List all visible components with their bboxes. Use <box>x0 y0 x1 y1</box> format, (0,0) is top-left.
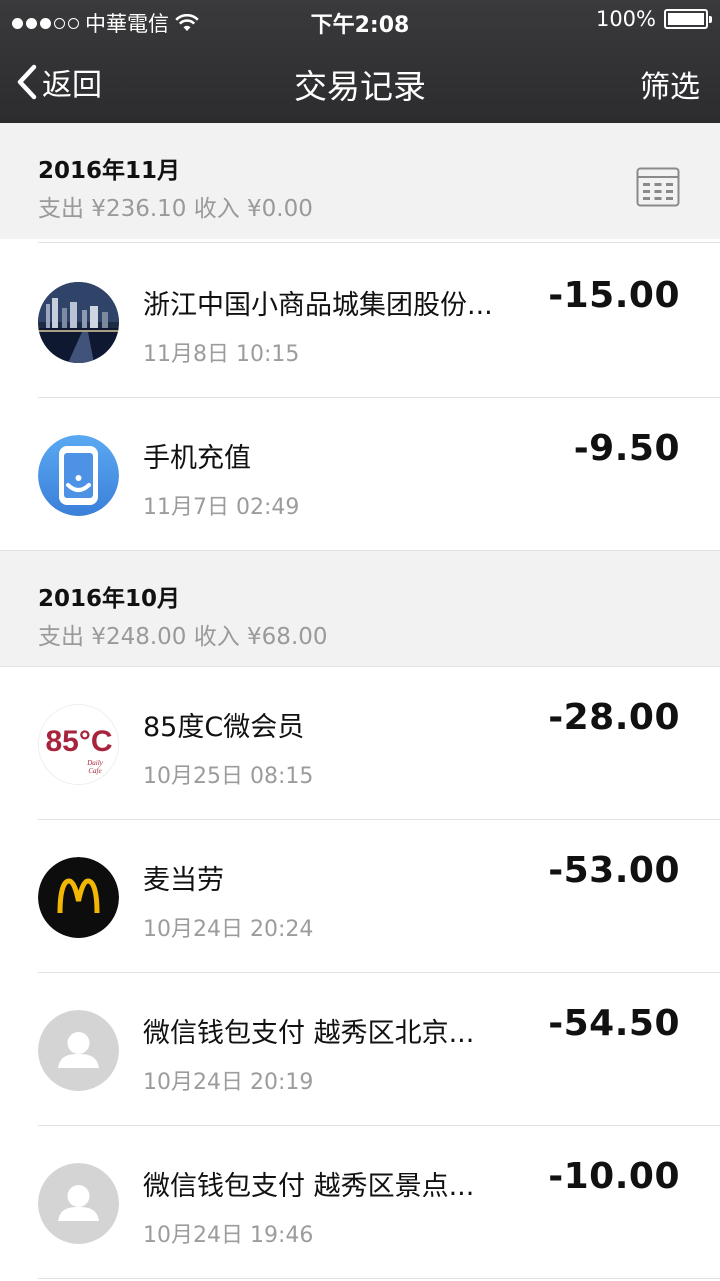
phone-recharge-icon <box>38 435 119 516</box>
section-month: 2016年11月 <box>38 158 181 184</box>
battery-icon <box>664 9 712 29</box>
month-section-header[interactable]: 2016年10月 支出 ¥248.00 收入 ¥68.00 <box>0 550 720 667</box>
merchant-name: 手机充值 <box>143 443 251 474</box>
transaction-time: 11月8日 10:15 <box>143 342 300 367</box>
status-bar: 中華電信 下午2:08 100% <box>0 0 720 40</box>
transaction-amount: -54.50 <box>548 1003 680 1044</box>
transaction-amount: -15.00 <box>548 275 680 316</box>
transaction-row[interactable]: 微信钱包支付 越秀区景点... 10月24日 19:46 -10.00 <box>0 1126 720 1279</box>
default-user-avatar <box>38 1163 119 1244</box>
transaction-time: 10月25日 08:15 <box>143 764 314 789</box>
default-user-avatar <box>38 1010 119 1091</box>
transaction-row[interactable]: 麦当劳 10月24日 20:24 -53.00 <box>0 820 720 973</box>
merchant-name: 麦当劳 <box>143 865 224 896</box>
page-title: 交易记录 <box>294 67 426 106</box>
top-bar: 中華電信 下午2:08 100% 返回 交易记录 筛选 <box>0 0 720 123</box>
transaction-time: 11月7日 02:49 <box>143 495 300 520</box>
transaction-time: 10月24日 20:24 <box>143 917 314 942</box>
transaction-amount: -28.00 <box>548 697 680 738</box>
merchant-name: 浙江中国小商品城集团股份... <box>143 290 493 321</box>
transaction-time: 10月24日 19:46 <box>143 1223 314 1248</box>
85c-logo: 85°C Daily Cafe <box>38 704 119 785</box>
battery-group: 100% <box>595 7 712 31</box>
calendar-icon[interactable] <box>636 167 680 207</box>
transaction-row[interactable]: 浙江中国小商品城集团股份... 11月8日 10:15 -15.00 <box>0 245 720 398</box>
mcdonalds-logo <box>38 857 119 938</box>
transaction-amount: -9.50 <box>573 428 680 469</box>
divider <box>38 242 720 243</box>
night-city-avatar <box>38 282 119 363</box>
transaction-row[interactable]: 85°C Daily Cafe 85度C微会员 10月25日 08:15 -28… <box>0 667 720 820</box>
divider <box>38 1278 720 1279</box>
svg-text:Cafe: Cafe <box>88 767 101 775</box>
section-summary: 支出 ¥236.10 收入 ¥0.00 <box>38 196 313 222</box>
transaction-row[interactable]: 微信钱包支付 越秀区北京... 10月24日 20:19 -54.50 <box>0 973 720 1126</box>
svg-text:Daily: Daily <box>86 759 103 767</box>
transaction-amount: -53.00 <box>548 850 680 891</box>
section-summary: 支出 ¥248.00 收入 ¥68.00 <box>38 624 328 650</box>
filter-button[interactable]: 筛选 <box>640 62 700 106</box>
section-month: 2016年10月 <box>38 586 181 612</box>
navigation-bar: 返回 交易记录 筛选 <box>0 40 720 123</box>
battery-percent: 100% <box>595 7 656 31</box>
month-section-header[interactable]: 2016年11月 支出 ¥236.10 收入 ¥0.00 <box>0 123 720 239</box>
merchant-name: 微信钱包支付 越秀区北京... <box>143 1018 475 1049</box>
merchant-name: 85度C微会员 <box>143 712 305 743</box>
merchant-name: 微信钱包支付 越秀区景点... <box>143 1171 475 1202</box>
transaction-amount: -10.00 <box>548 1156 680 1197</box>
transaction-row[interactable]: 手机充值 11月7日 02:49 -9.50 <box>0 398 720 550</box>
transaction-time: 10月24日 20:19 <box>143 1070 314 1095</box>
85c-logo-text: 85°C <box>45 725 112 758</box>
